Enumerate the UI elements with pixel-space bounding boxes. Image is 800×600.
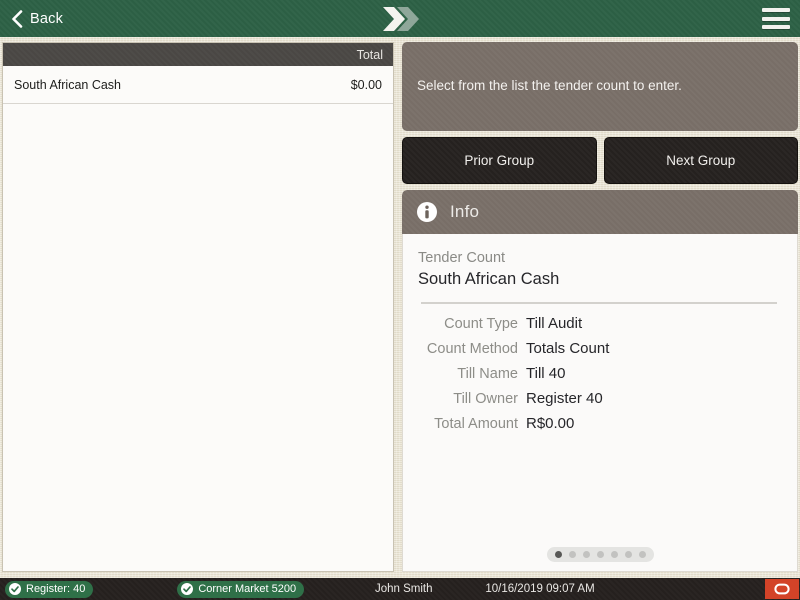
instruction-prompt-box: Select from the list the tender count to… [402,42,798,131]
field-key-till-name: Till Name [457,366,518,382]
field-value-till-owner: Register 40 [526,390,603,407]
hamburger-bar-1 [762,8,790,12]
field-key-count-type: Count Type [444,316,518,332]
power-icon [774,583,790,595]
list-row-label: South African Cash [14,77,122,92]
check-circle-icon [9,583,21,595]
status-bar: Register: 40 Corner Market 5200 John Smi… [0,578,800,600]
tender-count-value: South African Cash [418,270,560,288]
table-row[interactable]: South African Cash $0.00 [3,66,393,104]
list-column-header: Total [3,43,393,66]
field-key-count-method: Count Method [426,341,518,357]
field-value-total-amount: R$0.00 [526,415,575,432]
right-column: Select from the list the tender count to… [402,42,798,572]
pagination-dots-wrapper [403,547,797,562]
info-field-grid: Count Type Till Audit Count Method Total… [418,315,779,432]
back-button-label: Back [30,10,64,27]
list-body: South African Cash $0.00 [3,66,393,571]
status-badge[interactable]: Register: 40 [5,580,94,598]
info-card: Info Tender Count South African Cash Cou… [402,190,798,572]
hamburger-bar-3 [762,25,790,29]
info-icon [417,202,437,222]
datetime-label: 10/16/2019 09:07 AM [485,583,595,595]
register-status-label: Register: 40 [26,583,86,595]
info-divider [421,302,777,304]
info-card-title: Info [450,202,480,221]
store-status-label: Corner Market 5200 [198,583,297,595]
x-brand-logo-icon [383,7,419,31]
column-header-total: Total [356,47,383,62]
status-badge[interactable]: Corner Market 5200 [177,580,305,598]
next-group-button[interactable]: Next Group [603,137,798,184]
pagination-dots[interactable] [546,547,654,562]
field-key-total-amount: Total Amount [434,416,518,432]
instruction-prompt-text: Select from the list the tender count to… [417,78,682,94]
field-key-till-owner: Till Owner [453,391,518,407]
tender-count-label: Tender Count [418,250,506,266]
tender-count-list-panel: Total South African Cash $0.00 [2,42,394,572]
info-card-header: Info [402,190,798,234]
field-value-count-type: Till Audit [526,315,583,332]
field-value-count-method: Totals Count [526,340,610,357]
pagination-dot[interactable] [554,551,562,558]
hamburger-menu-button[interactable] [762,8,790,29]
info-card-body: Tender Count South African Cash Count Ty… [402,234,798,572]
pagination-dot[interactable] [582,551,590,558]
group-navigation-buttons: Prior Group Next Group [402,137,798,184]
current-user-label: John Smith [375,583,433,595]
power-logout-button[interactable] [765,579,799,599]
hamburger-bar-2 [762,16,790,21]
check-circle-icon [181,583,194,595]
pagination-dot[interactable] [568,551,576,558]
field-value-till-name: Till 40 [526,365,566,382]
pagination-dot[interactable] [624,551,632,558]
prior-group-button[interactable]: Prior Group [402,137,597,184]
pagination-dot[interactable] [596,551,604,558]
pagination-dot[interactable] [638,551,646,558]
pagination-dot[interactable] [610,551,618,558]
chevron-left-icon [12,9,23,28]
back-button[interactable]: Back [0,0,77,37]
list-row-total-value: $0.00 [350,77,382,92]
top-navigation-bar: Back [0,0,800,37]
